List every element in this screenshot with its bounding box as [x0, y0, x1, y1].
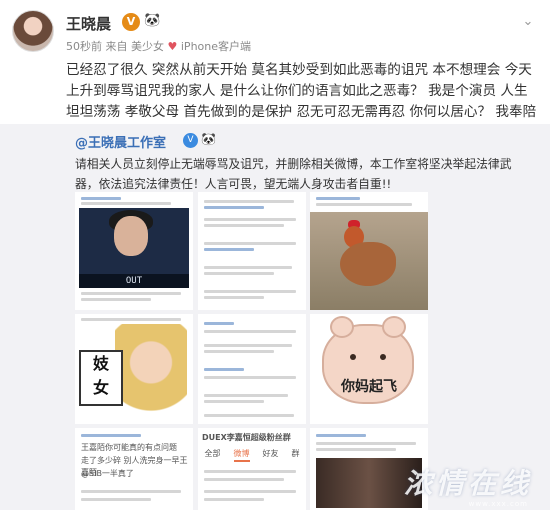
emoji-badge: 🐼 [201, 132, 216, 146]
photo [115, 324, 187, 420]
post-meta: 50秒前 来自 美少女 ♥ iPhone客户端 [66, 38, 251, 54]
photo: OUT [79, 208, 189, 288]
thumb-tabs: 全部 微博 好友 群 [198, 448, 306, 462]
image-thumbnail[interactable] [198, 314, 306, 424]
repost-author[interactable]: @王晓晨工作室 [75, 132, 166, 151]
watermark: 浓情在线 [403, 467, 532, 500]
device-name[interactable]: iPhone客户端 [181, 40, 251, 53]
thumb-text: 王嘉陌你可能真的有点问题 [81, 443, 177, 452]
repost-text: 请相关人员立刻停止无端辱骂及诅咒，并删除相关微博，本工作室将坚决举起法律武器，依… [75, 157, 512, 191]
image-thumbnail[interactable]: 妓 女 [75, 314, 193, 424]
image-thumbnail[interactable] [198, 192, 306, 310]
image-thumbnail[interactable]: 王嘉陌你可能真的有点问题 走了多少碎 别人洗完身一早王嘉陌 @SIB一半真了 [75, 428, 193, 510]
post-time: 50秒前 [66, 40, 102, 53]
post-from: 来自 [105, 40, 128, 53]
weibo-post: 王晓晨 V 🐼 50秒前 来自 美少女 ♥ iPhone客户端 ⌄ 已经忍了很久… [0, 0, 550, 510]
image-thumbnail[interactable] [310, 192, 428, 310]
chevron-down-icon[interactable]: ⌄ [520, 14, 536, 30]
thumb-text: @SIB一半真了 [81, 469, 134, 478]
photo-caption: OUT [79, 274, 189, 288]
image-thumbnail[interactable]: 你妈起飞 [310, 314, 428, 424]
device-prefix: 美少女 [131, 40, 164, 53]
photo [310, 212, 428, 310]
avatar[interactable] [12, 10, 54, 52]
username[interactable]: 王晓晨 [66, 13, 111, 34]
heart-icon: ♥ [167, 40, 178, 53]
verified-badge: V [183, 133, 198, 148]
watermark-sub: www.xxx.com [468, 500, 528, 508]
repost-card[interactable]: @王晓晨工作室 V 🐼 请相关人员立刻停止无端辱骂及诅咒，并删除相关微博，本工作… [0, 124, 550, 510]
thumb-title: DUEX李嘉恒超级粉丝群 [202, 433, 291, 442]
image-thumbnail[interactable]: DUEX李嘉恒超级粉丝群 全部 微博 好友 群 [198, 428, 306, 510]
verified-badge: V [122, 13, 140, 31]
sticker-text: 你妈起飞 [341, 379, 397, 395]
sign: 妓 女 [79, 350, 123, 406]
emoji-badge: 🐼 [144, 13, 161, 28]
image-thumbnail[interactable]: OUT [75, 192, 193, 310]
